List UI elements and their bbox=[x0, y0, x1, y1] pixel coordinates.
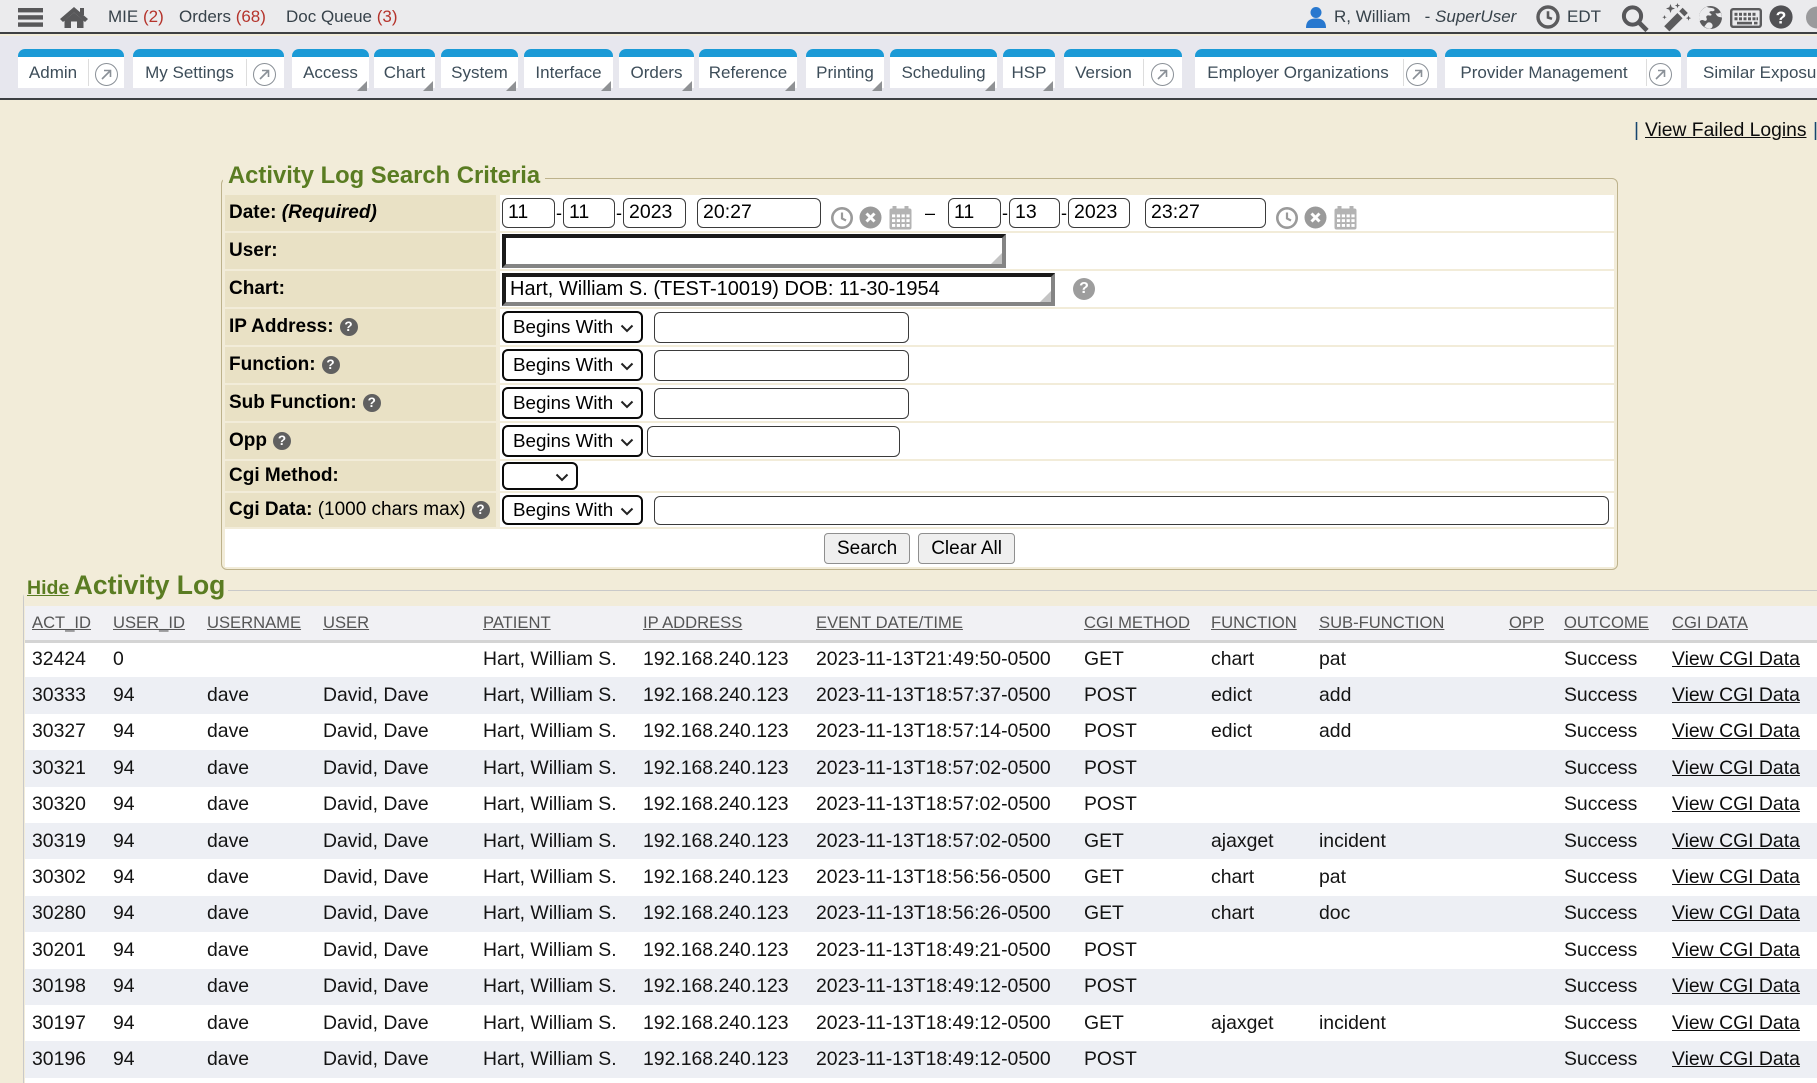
svg-text:?: ? bbox=[1776, 7, 1787, 27]
